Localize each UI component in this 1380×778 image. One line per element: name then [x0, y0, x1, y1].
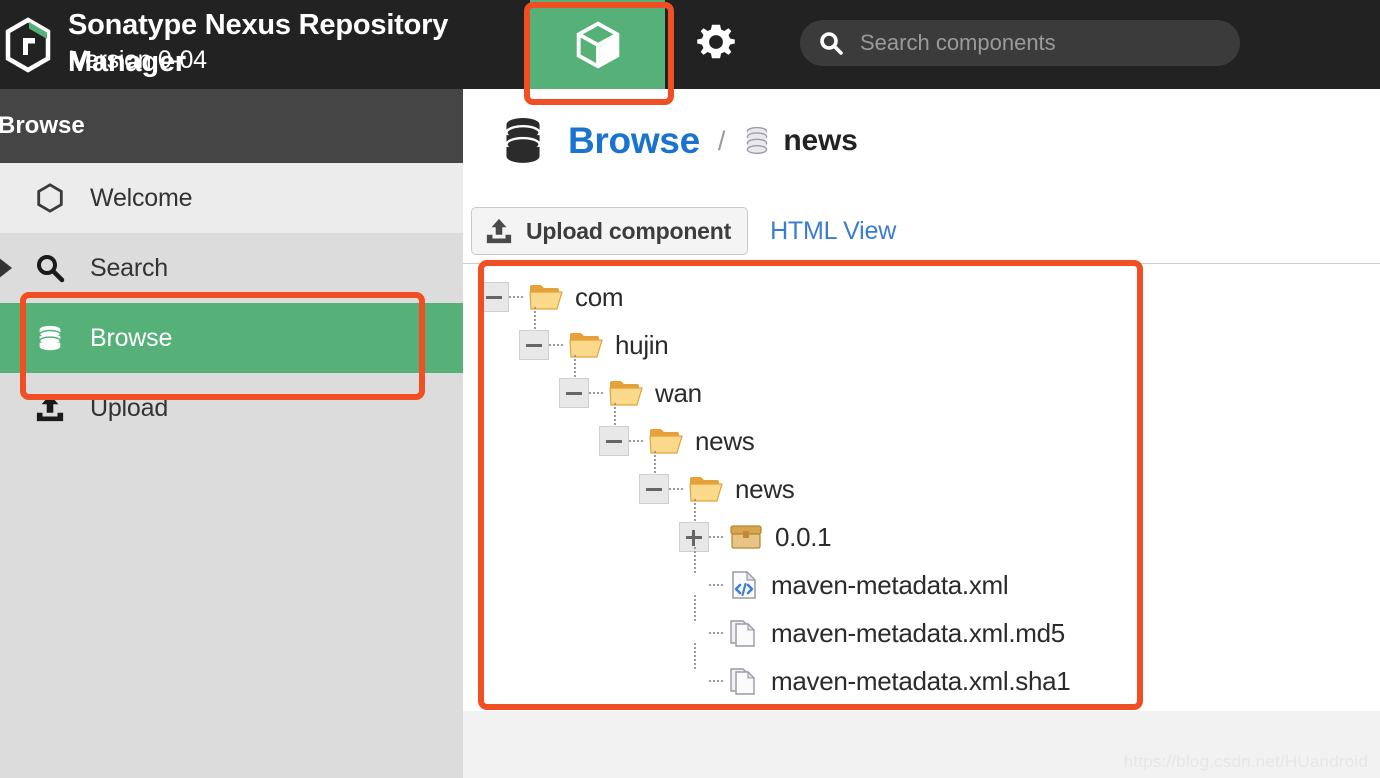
watermark: https://blog.csdn.net/HUandroid: [1123, 752, 1368, 771]
search-icon: [818, 30, 844, 56]
tree-label: maven-metadata.xml.sha1: [771, 665, 1071, 696]
settings-button[interactable]: [686, 16, 746, 68]
tree-connector: [629, 440, 645, 442]
tree-expander-minus-icon[interactable]: [519, 330, 549, 360]
database-icon: [500, 115, 546, 167]
search-input[interactable]: [858, 29, 1222, 57]
sidebar-item-label: Browse: [90, 323, 173, 352]
tree-row[interactable]: news: [479, 451, 1359, 513]
hexagon-icon: [30, 182, 70, 214]
upload-icon: [484, 217, 514, 245]
footer: https://blog.csdn.net/HUandroid: [463, 711, 1380, 778]
tree-label: news: [695, 425, 755, 456]
tree-row[interactable]: 0.0.1: [479, 499, 1359, 561]
component-tree: com hujin wan news news 0.0.1 maven-meta…: [479, 273, 1359, 705]
app-version: Version 0-04: [70, 45, 207, 74]
database-icon: [743, 125, 771, 157]
file-icon: [729, 666, 759, 696]
database-icon: [30, 323, 70, 353]
sidebar-item-welcome[interactable]: Welcome: [0, 163, 463, 233]
package-icon: [729, 523, 763, 551]
tree-row[interactable]: com: [479, 273, 1359, 321]
cube-icon: [576, 21, 619, 68]
tree-expander-minus-icon[interactable]: [559, 378, 589, 408]
tree-connector: [709, 680, 725, 682]
content-divider: [463, 263, 1380, 264]
sidebar-item-upload[interactable]: Upload: [0, 373, 463, 443]
tree-connector: [709, 632, 725, 634]
tree-label: com: [575, 281, 624, 312]
tree-expander-minus-icon[interactable]: [639, 474, 669, 504]
chevron-right-icon: [0, 257, 12, 279]
tree-expander-minus-icon[interactable]: [479, 282, 509, 312]
main-content: Browse / news Upload component HTML View…: [463, 89, 1380, 778]
tree-connector: [589, 392, 605, 394]
tree-expander-minus-icon[interactable]: [599, 426, 629, 456]
sidebar-header-title: Browse: [0, 112, 85, 139]
breadcrumb-current: news: [783, 124, 858, 157]
tree-label: hujin: [615, 329, 669, 360]
tree-row[interactable]: maven-metadata.xml: [479, 547, 1359, 609]
search-icon: [30, 252, 70, 284]
upload-component-label: Upload component: [526, 217, 732, 244]
tree-expander-placeholder: [679, 666, 709, 696]
nexus-hexagon-logo-icon: [2, 16, 54, 73]
file-icon: [729, 618, 759, 648]
toolbar: Upload component HTML View: [471, 207, 896, 255]
sidebar-header: Browse: [0, 89, 463, 163]
upload-component-button[interactable]: Upload component: [471, 207, 749, 255]
tree-connector: [549, 344, 565, 346]
tree-connector: [709, 536, 725, 538]
tree-label: news: [735, 473, 795, 504]
sidebar-item-search[interactable]: Search: [0, 233, 463, 303]
tree-label: maven-metadata.xml: [771, 569, 1009, 600]
breadcrumb-root-link[interactable]: Browse: [568, 120, 700, 162]
tree-connector: [509, 296, 525, 298]
tree-row[interactable]: wan: [479, 355, 1359, 417]
upload-icon: [30, 393, 70, 423]
tree-row[interactable]: maven-metadata.xml.sha1: [479, 643, 1359, 705]
tree-row[interactable]: hujin: [479, 307, 1359, 369]
xml-file-icon: [729, 570, 759, 600]
gear-icon: [697, 24, 735, 59]
tree-row[interactable]: maven-metadata.xml.md5: [479, 595, 1359, 657]
tree-label: 0.0.1: [775, 521, 832, 552]
breadcrumb-separator: /: [717, 125, 726, 156]
tree-label: maven-metadata.xml.md5: [771, 617, 1065, 648]
tree-connector: [709, 584, 725, 586]
sidebar-item-browse[interactable]: Browse: [0, 303, 463, 373]
search-components-box[interactable]: [800, 20, 1240, 66]
tree-row[interactable]: news: [479, 403, 1359, 465]
components-nav-button[interactable]: [530, 0, 665, 102]
sidebar: Browse Welcome Search Browse Upload: [0, 89, 463, 778]
tree-label: wan: [655, 377, 702, 408]
html-view-link[interactable]: HTML View: [770, 217, 896, 246]
brand: Sonatype Nexus Repository Manager Versio…: [0, 0, 538, 89]
top-bar: Sonatype Nexus Repository Manager Versio…: [0, 0, 1380, 102]
sidebar-item-label: Welcome: [90, 183, 193, 212]
breadcrumb: Browse / news: [500, 111, 858, 171]
sidebar-item-label: Upload: [90, 393, 169, 422]
sidebar-item-label: Search: [90, 253, 169, 282]
tree-connector: [669, 488, 685, 490]
